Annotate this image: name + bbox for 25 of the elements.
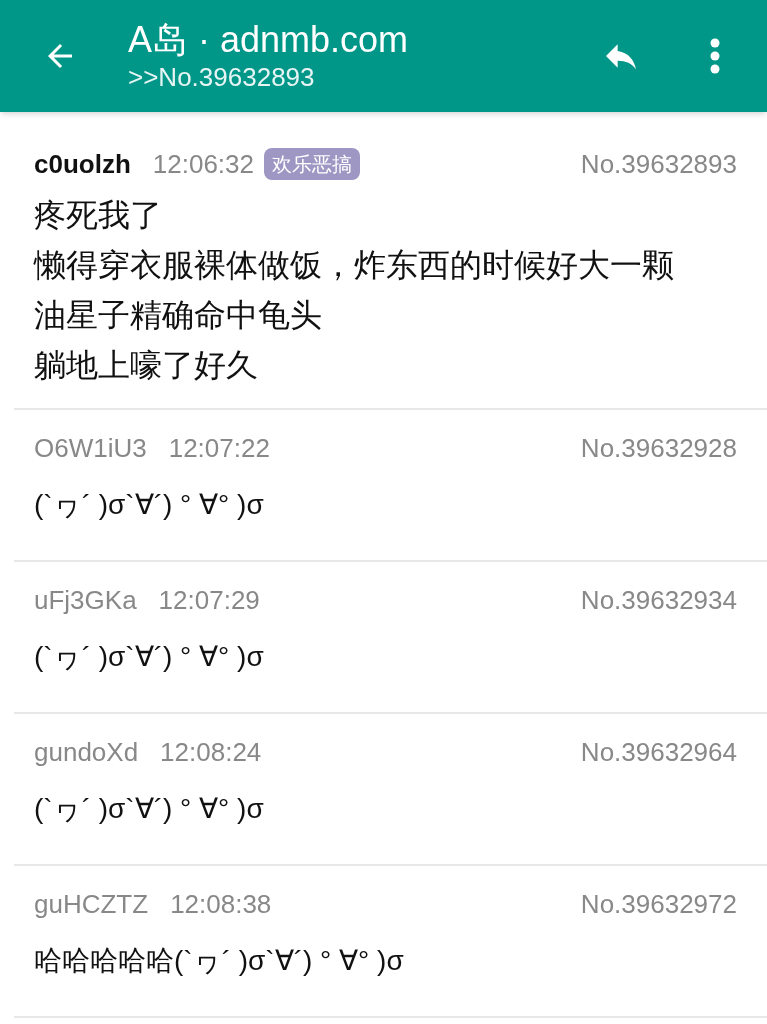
post-time: 12:08:24 — [160, 735, 262, 769]
author-name: uFj3GKa — [34, 583, 137, 617]
post-time: 12:07:22 — [168, 431, 270, 465]
post-text: 躺地上嚎了好久 — [34, 346, 259, 385]
author-name: c0uolzh — [34, 147, 131, 181]
post-number: No.39632893 — [580, 147, 737, 181]
post-time: 12:08:38 — [170, 887, 272, 921]
post-time: 12:06:32 — [152, 147, 254, 181]
author-name: guHCZTZ — [34, 887, 149, 921]
post-text: 懒得穿衣服裸体做饭，炸东西的时候好大一颗油星子精确命中龟头 — [34, 246, 675, 335]
post-time: 12:07:29 — [158, 583, 260, 617]
post-number: No.39632928 — [580, 431, 737, 465]
post-text: (`ヮ´ )σ`∀´) ° ∀° )σ — [34, 488, 265, 522]
app-subtitle: >>No.39632893 — [128, 61, 316, 93]
app-title: A岛 · adnmb.com — [128, 19, 409, 61]
post-text: (`ヮ´ )σ`∀´) ° ∀° )σ — [34, 640, 265, 674]
post-number: No.39632964 — [580, 735, 737, 769]
post-number: No.39632934 — [580, 583, 737, 617]
post-text: (`ヮ´ )σ`∀´) ° ∀° )σ — [34, 792, 265, 826]
post-text: 疼死我了 — [34, 196, 163, 235]
category-tag: 欢乐恶搞 — [264, 148, 360, 180]
author-name: gundoXd — [34, 735, 139, 769]
post-number: No.39632972 — [580, 887, 737, 921]
author-name: O6W1iU3 — [34, 431, 147, 465]
post-text: 哈哈哈哈哈(`ヮ´ )σ`∀´) ° ∀° )σ — [34, 944, 405, 978]
